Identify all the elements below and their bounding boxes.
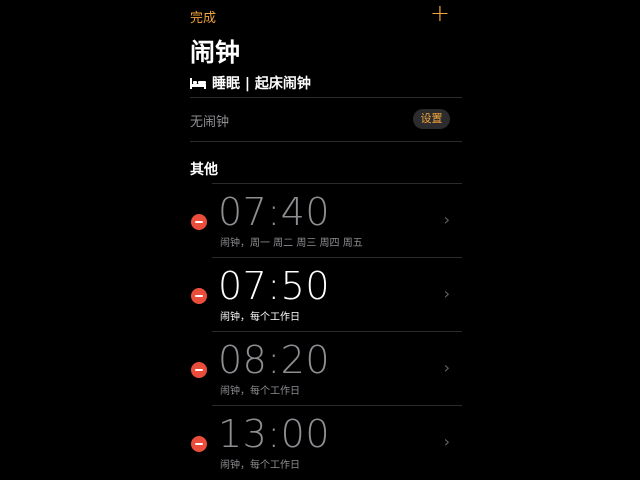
delete-alarm-button[interactable] xyxy=(191,288,207,304)
sleep-settings-button[interactable]: 设置 xyxy=(413,109,450,129)
delete-alarm-button[interactable] xyxy=(191,362,207,378)
alarm-label: 闹钟，每个工作日 xyxy=(220,312,300,323)
page-title: 闹钟 xyxy=(190,38,241,67)
alarm-time: 07:40 xyxy=(218,190,331,234)
alarm-row[interactable]: 08:20 闹钟，每个工作日 › xyxy=(190,334,462,408)
alarm-row[interactable]: 07:40 闹钟，周一 周二 周三 周四 周五 › xyxy=(190,186,462,260)
sleep-section-header: 睡眠 | 起床闹钟 xyxy=(190,73,311,93)
done-button[interactable]: 完成 xyxy=(190,7,216,26)
chevron-right-icon[interactable]: › xyxy=(444,432,450,451)
add-alarm-button[interactable]: + xyxy=(430,1,450,25)
sleep-alarm-row: 无闹钟 设置 xyxy=(190,98,462,140)
chevron-right-icon[interactable]: › xyxy=(444,358,450,377)
alarm-edit-screen: 完成 + 闹钟 睡眠 | 起床闹钟 无闹钟 设置 其他 07:40 闹钟，周一 … xyxy=(0,0,640,480)
divider xyxy=(212,183,462,184)
nav-bar: 完成 + xyxy=(190,1,450,28)
alarm-row[interactable]: 07:50 闹钟，每个工作日 › xyxy=(190,260,462,334)
delete-alarm-button[interactable] xyxy=(191,214,207,230)
alarm-label: 闹钟，每个工作日 xyxy=(220,460,300,471)
no-alarm-label: 无闹钟 xyxy=(190,115,230,130)
alarm-row[interactable]: 13:00 闹钟，每个工作日 › xyxy=(190,408,462,480)
sleep-section-title: 睡眠 | 起床闹钟 xyxy=(212,76,311,92)
chevron-right-icon[interactable]: › xyxy=(444,284,450,303)
divider xyxy=(212,257,462,258)
alarm-time: 13:00 xyxy=(218,412,331,456)
divider xyxy=(212,331,462,332)
chevron-right-icon[interactable]: › xyxy=(444,210,450,229)
other-section-header: 其他 xyxy=(190,162,218,178)
bed-icon xyxy=(190,78,206,89)
alarm-time: 08:20 xyxy=(218,338,331,382)
alarm-label: 闹钟，周一 周二 周三 周四 周五 xyxy=(220,238,363,249)
divider xyxy=(212,405,462,406)
alarm-label: 闹钟，每个工作日 xyxy=(220,386,300,397)
delete-alarm-button[interactable] xyxy=(191,436,207,452)
alarm-time: 07:50 xyxy=(218,264,331,308)
divider xyxy=(190,141,462,142)
